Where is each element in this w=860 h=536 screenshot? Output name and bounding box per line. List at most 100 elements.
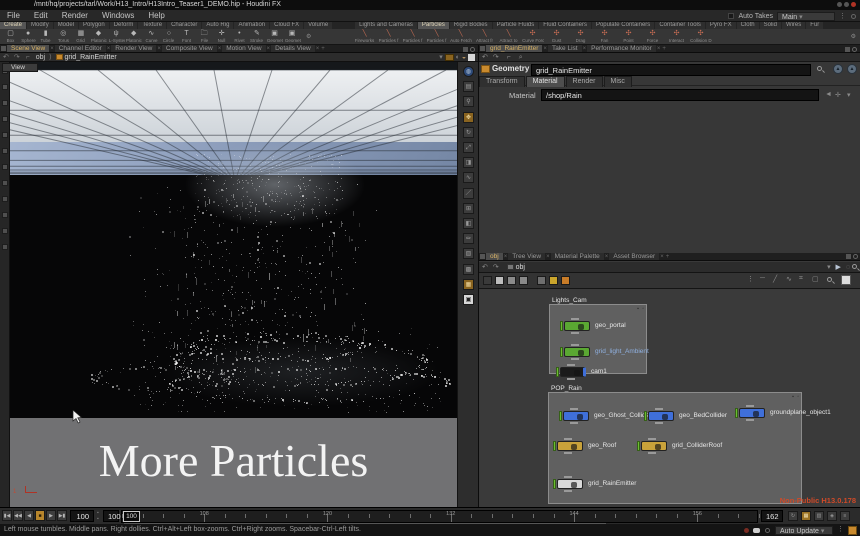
pane-menu-icon[interactable] (852, 47, 857, 52)
shelf-tab-pyro-fx[interactable]: Pyro FX (706, 22, 736, 29)
tool-auto-fetch[interactable]: ╲Auto Fetch (449, 29, 472, 45)
audio-icon[interactable]: ◈ (827, 511, 837, 521)
loop-mode-icon[interactable]: ▥ (814, 511, 824, 521)
param-back-icon[interactable]: ↶ (479, 54, 491, 61)
pane-menu-icon[interactable] (853, 254, 858, 259)
shelf-tab-fluid-containers[interactable]: Fluid Containers (539, 22, 591, 29)
realtime-toggle-icon[interactable]: ↻ (788, 511, 798, 521)
history-forward-icon[interactable]: ↷ (14, 54, 20, 61)
tab-motion-view[interactable]: Motion View (222, 45, 265, 53)
add-tab-button[interactable]: + (665, 254, 671, 260)
display-option-icon[interactable]: ◨ (463, 157, 474, 168)
status-ring-icon[interactable] (765, 528, 770, 533)
display-flag[interactable] (553, 441, 556, 451)
shelf-gear-icon[interactable]: ⚙ (851, 33, 856, 40)
tool-torus[interactable]: ◎Torus (55, 29, 72, 45)
playhead[interactable]: 100 (123, 511, 140, 522)
node-body[interactable] (563, 411, 589, 421)
white-swatch-icon[interactable] (468, 54, 475, 61)
display-option-icon[interactable]: ✥ (463, 112, 474, 123)
shelf-tab-character[interactable]: Character (167, 22, 201, 29)
pane-menu-icon[interactable] (470, 47, 475, 52)
menu-render[interactable]: Render (55, 10, 95, 22)
status-overflow-icon[interactable]: ⋮ (837, 524, 844, 536)
display-option-icon[interactable]: ▣ (463, 294, 474, 305)
display-option-icon[interactable]: ∿ (463, 172, 474, 183)
snap-active-icon[interactable] (445, 54, 454, 61)
node-body[interactable] (557, 479, 583, 489)
display-flag[interactable] (560, 347, 563, 357)
net-tool-icon[interactable] (483, 276, 492, 285)
material-path-field[interactable]: /shop/Rain (541, 89, 819, 101)
node-body[interactable] (564, 347, 590, 357)
node-body[interactable] (560, 367, 586, 377)
search-icon[interactable] (817, 66, 822, 71)
minimize-button[interactable] (837, 2, 842, 7)
net-tool-icon[interactable] (561, 276, 570, 285)
goto-end-button[interactable]: ▶▮ (57, 510, 67, 521)
tab-grid_rainemitter[interactable]: grid_RainEmitter (486, 45, 542, 53)
network-canvas[interactable]: Lights_Cam▪ ▫geo_portalgrid_light_Ambien… (479, 289, 860, 507)
tool-particles-f[interactable]: ╲Particles f (425, 29, 448, 45)
material-menu-icon[interactable]: ▾ (847, 91, 851, 99)
range-end-field[interactable]: 162 (761, 510, 783, 522)
play-button[interactable]: ▶ (46, 510, 56, 521)
prev-keyframe-button[interactable]: ◀◀ (13, 510, 23, 521)
tab-composite-view[interactable]: Composite View (162, 45, 217, 53)
shelf-tab-cloud-fx[interactable]: Cloud FX (270, 22, 303, 29)
tool-l-system[interactable]: ψL-System (108, 29, 125, 45)
tool-geometry[interactable]: ▣Geometry (284, 29, 301, 45)
range-start-field[interactable]: 100 (103, 510, 119, 522)
menu-file[interactable]: File (0, 10, 27, 22)
tool-fan[interactable]: ✣Fan (593, 29, 616, 45)
net-tool-icon[interactable] (507, 276, 516, 285)
net-tool-icon[interactable] (537, 276, 546, 285)
display-flag[interactable] (644, 411, 647, 421)
tab-details-view[interactable]: Details View (271, 45, 315, 53)
path-node[interactable]: grid_RainEmitter (65, 54, 117, 61)
shelf-tab-particles[interactable]: Particles (418, 22, 449, 29)
tool-fireworks[interactable]: ╲Fireworks (353, 29, 376, 45)
net-tool-icon[interactable] (549, 276, 558, 285)
viewport-tool-icon[interactable] (2, 228, 8, 234)
node-body[interactable] (557, 441, 583, 451)
tool-attract-fr[interactable]: ╲Attract fr (473, 29, 496, 45)
param-tab-render[interactable]: Render (566, 76, 603, 87)
tool-curve[interactable]: ∿Curve (143, 29, 160, 45)
network-path[interactable]: obj (516, 264, 525, 271)
display-option-icon[interactable]: ⚲ (463, 96, 474, 107)
tool-collision-d[interactable]: ✣Collision D (689, 29, 712, 45)
goto-start-button[interactable]: ▮◀ (2, 510, 12, 521)
display-flag[interactable] (637, 441, 640, 451)
param-pin-icon[interactable]: ⌐ (501, 54, 517, 61)
net-overview-icon[interactable] (841, 275, 851, 285)
shopping-cart-icon[interactable] (848, 526, 857, 535)
material-op-icon[interactable]: ✛ (835, 91, 841, 99)
maximize-button[interactable] (844, 2, 849, 7)
tool-platonic-s[interactable]: ◆Platonic S (125, 29, 142, 45)
node-body[interactable] (648, 411, 674, 421)
shelf-tab-modify[interactable]: Modify (27, 22, 53, 29)
history-back-icon[interactable]: ↶ (0, 54, 12, 61)
display-flag[interactable] (553, 479, 556, 489)
node-body[interactable] (739, 408, 765, 418)
node-body[interactable] (564, 321, 590, 331)
net-back-icon[interactable]: ↶ (479, 264, 491, 271)
viewport-tool-icon[interactable] (2, 212, 8, 218)
shelf-tab-container-tools[interactable]: Container Tools (655, 22, 705, 29)
shelf-tab-auto-rig[interactable]: Auto Rig (202, 22, 233, 29)
tool-platonic[interactable]: ◆Platonic (90, 29, 107, 45)
tab-asset-browser[interactable]: Asset Browser (609, 253, 659, 261)
shelf-tab-particle-fluids[interactable]: Particle Fluids (493, 22, 539, 29)
net-view-icon[interactable]: ▢ (812, 275, 819, 283)
display-flag[interactable] (560, 321, 563, 331)
display-option-icon[interactable]: ▧ (463, 248, 474, 259)
tab-render-view[interactable]: Render View (111, 45, 156, 53)
pose-icon[interactable]: ◒ (462, 54, 466, 61)
tool-geometry[interactable]: ▣Geometry (266, 29, 283, 45)
menu-edit[interactable]: Edit (27, 10, 55, 22)
current-frame-field[interactable]: 100 (70, 510, 94, 522)
shelf-tab-cloth[interactable]: Cloth (737, 22, 759, 29)
jump-up-button[interactable]: ▲ (833, 64, 843, 74)
shelf-tab-animation[interactable]: Animation (234, 22, 269, 29)
